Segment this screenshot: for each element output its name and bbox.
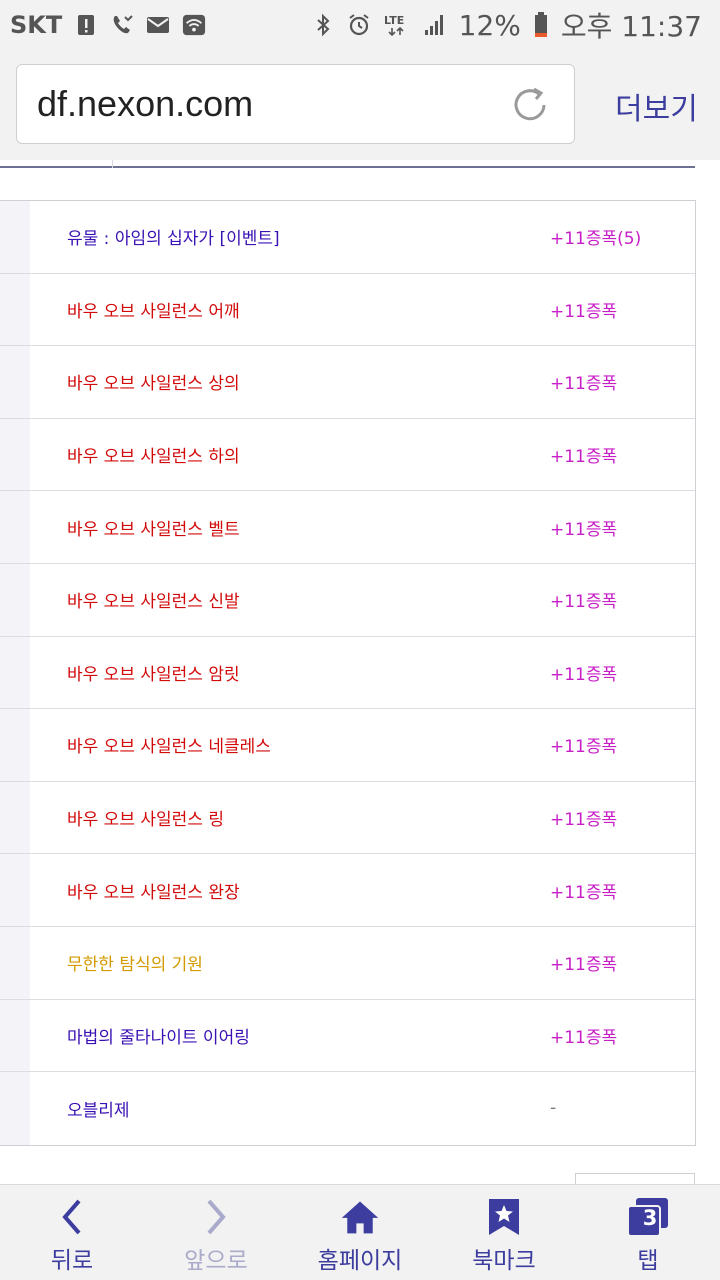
alert-icon bbox=[74, 13, 98, 37]
bookmarks-button[interactable]: 북마크 bbox=[432, 1185, 576, 1280]
back-label: 뒤로 bbox=[50, 1248, 94, 1274]
chevron-right-icon bbox=[196, 1197, 236, 1237]
row-slot-cell bbox=[0, 999, 30, 1072]
pagination-box[interactable] bbox=[575, 1173, 695, 1184]
item-name[interactable]: 무한한 탐식의 기원 bbox=[67, 950, 203, 975]
item-enhancement: +11증폭 bbox=[550, 664, 618, 685]
reload-icon[interactable] bbox=[508, 83, 552, 127]
item-name[interactable]: 바우 오브 사일런스 네클레스 bbox=[67, 732, 271, 757]
table-header-strip bbox=[0, 160, 695, 168]
table-row: 바우 오브 사일런스 링 +11증폭 bbox=[0, 781, 695, 855]
item-enhancement: - bbox=[550, 1098, 557, 1119]
home-button[interactable]: 홈페이지 bbox=[288, 1185, 432, 1280]
table-row: 바우 오브 사일런스 하의 +11증폭 bbox=[0, 418, 695, 492]
item-enhancement: +11증폭 bbox=[550, 955, 618, 976]
tabs-label: 탭 bbox=[637, 1248, 659, 1274]
chevron-left-icon bbox=[52, 1197, 92, 1237]
table-row: 바우 오브 사일런스 상의 +11증폭 bbox=[0, 346, 695, 419]
table-row: 마법의 줄타나이트 이어링 +11증폭 bbox=[0, 999, 695, 1073]
row-slot-cell bbox=[0, 926, 30, 999]
tabs-button[interactable]: 3 탭 bbox=[576, 1185, 720, 1280]
page-content: 유물 : 아임의 십자가 [이벤트] +11증폭(5) 바우 오브 사일런스 어깨 +… bbox=[0, 160, 720, 1184]
table-row: 무한한 탐식의 기원 +11증폭 bbox=[0, 926, 695, 1000]
url-field[interactable]: df.nexon.com bbox=[16, 64, 575, 144]
wifi-icon bbox=[182, 13, 206, 37]
bluetooth-icon bbox=[311, 13, 335, 37]
item-name[interactable]: 바우 오브 사일런스 하의 bbox=[67, 442, 240, 467]
tab-count: 3 bbox=[642, 1206, 658, 1230]
row-slot-cell bbox=[0, 854, 30, 926]
item-name[interactable]: 바우 오브 사일런스 어깨 bbox=[67, 297, 240, 322]
row-slot-cell bbox=[0, 1072, 30, 1145]
item-enhancement: +11증폭 bbox=[550, 592, 618, 613]
table-row: 바우 오브 사일런스 벨트 +11증폭 bbox=[0, 491, 695, 564]
back-button[interactable]: 뒤로 bbox=[0, 1185, 144, 1280]
header-divider bbox=[112, 160, 113, 168]
row-slot-cell bbox=[0, 636, 30, 709]
row-slot-cell bbox=[0, 781, 30, 854]
item-name[interactable]: 바우 오브 사일런스 신발 bbox=[67, 587, 240, 612]
home-label: 홈페이지 bbox=[317, 1248, 403, 1274]
row-slot-cell bbox=[0, 709, 30, 781]
table-row: 바우 오브 사일런스 어깨 +11증폭 bbox=[0, 273, 695, 347]
bookmark-star-icon bbox=[484, 1197, 524, 1237]
item-enhancement: +11증폭 bbox=[550, 519, 618, 540]
item-name[interactable]: 바우 오브 사일런스 벨트 bbox=[67, 515, 240, 540]
row-slot-cell bbox=[0, 418, 30, 491]
item-enhancement: +11증폭 bbox=[550, 737, 618, 758]
item-enhancement: +11증폭 bbox=[550, 810, 618, 831]
more-button[interactable]: 더보기 bbox=[615, 84, 698, 128]
forward-button[interactable]: 앞으로 bbox=[144, 1185, 288, 1280]
home-icon bbox=[340, 1197, 380, 1237]
status-left: SKT bbox=[10, 11, 206, 39]
item-name[interactable]: 바우 오브 사일런스 링 bbox=[67, 805, 224, 830]
svg-text:LTE: LTE bbox=[384, 14, 404, 27]
url-text[interactable]: df.nexon.com bbox=[37, 83, 253, 125]
table-row: 바우 오브 사일런스 암릿 +11증폭 bbox=[0, 636, 695, 710]
item-enhancement: +11증폭 bbox=[550, 882, 618, 903]
mail-icon bbox=[146, 13, 170, 37]
row-slot-cell bbox=[0, 273, 30, 346]
address-bar: df.nexon.com 더보기 bbox=[0, 50, 720, 160]
item-name[interactable]: 유물 : 아임의 십자가 [이벤트] bbox=[67, 224, 280, 249]
item-enhancement: +11증폭 bbox=[550, 374, 618, 395]
item-name[interactable]: 마법의 줄타나이트 이어링 bbox=[67, 1023, 250, 1048]
missed-call-icon bbox=[110, 13, 134, 37]
item-enhancement: +11증폭 bbox=[550, 301, 618, 322]
table-row: 유물 : 아임의 십자가 [이벤트] +11증폭(5) bbox=[0, 201, 695, 274]
bottom-navigation: 뒤로 앞으로 홈페이지 북마크 3 탭 bbox=[0, 1184, 720, 1280]
row-slot-cell bbox=[0, 563, 30, 636]
signal-icon bbox=[423, 13, 447, 37]
item-name[interactable]: 바우 오브 사일런스 완장 bbox=[67, 878, 240, 903]
item-enhancement: +11증폭(5) bbox=[550, 229, 642, 250]
carrier-label: SKT bbox=[10, 11, 63, 39]
equipment-table: 유물 : 아임의 십자가 [이벤트] +11증폭(5) 바우 오브 사일런스 어깨 +… bbox=[0, 200, 696, 1146]
table-row: 바우 오브 사일런스 완장 +11증폭 bbox=[0, 854, 695, 927]
row-slot-cell bbox=[0, 201, 30, 273]
tabs-icon: 3 bbox=[627, 1197, 668, 1237]
table-row: 바우 오브 사일런스 네클레스 +11증폭 bbox=[0, 709, 695, 782]
item-enhancement: +11증폭 bbox=[550, 1027, 618, 1048]
forward-label: 앞으로 bbox=[184, 1248, 248, 1274]
battery-percent: 12% bbox=[458, 8, 521, 42]
item-name[interactable]: 바우 오브 사일런스 상의 bbox=[67, 369, 240, 394]
lte-icon: LTE bbox=[383, 13, 411, 37]
item-enhancement: +11증폭 bbox=[550, 447, 618, 468]
table-row: 바우 오브 사일런스 신발 +11증폭 bbox=[0, 563, 695, 637]
status-bar: SKT LTE 12% 오후 11:37 bbox=[0, 0, 720, 50]
item-name[interactable]: 오블리제 bbox=[67, 1096, 130, 1121]
battery-icon bbox=[533, 12, 549, 37]
row-slot-cell bbox=[0, 491, 30, 563]
table-row: 오블리제 - bbox=[0, 1072, 695, 1145]
item-name[interactable]: 바우 오브 사일런스 암릿 bbox=[67, 660, 240, 685]
row-slot-cell bbox=[0, 346, 30, 418]
status-right: LTE 12% 오후 11:37 bbox=[311, 5, 702, 45]
clock: 오후 11:37 bbox=[560, 10, 702, 43]
bookmarks-label: 북마크 bbox=[472, 1248, 536, 1274]
alarm-icon bbox=[347, 13, 371, 37]
